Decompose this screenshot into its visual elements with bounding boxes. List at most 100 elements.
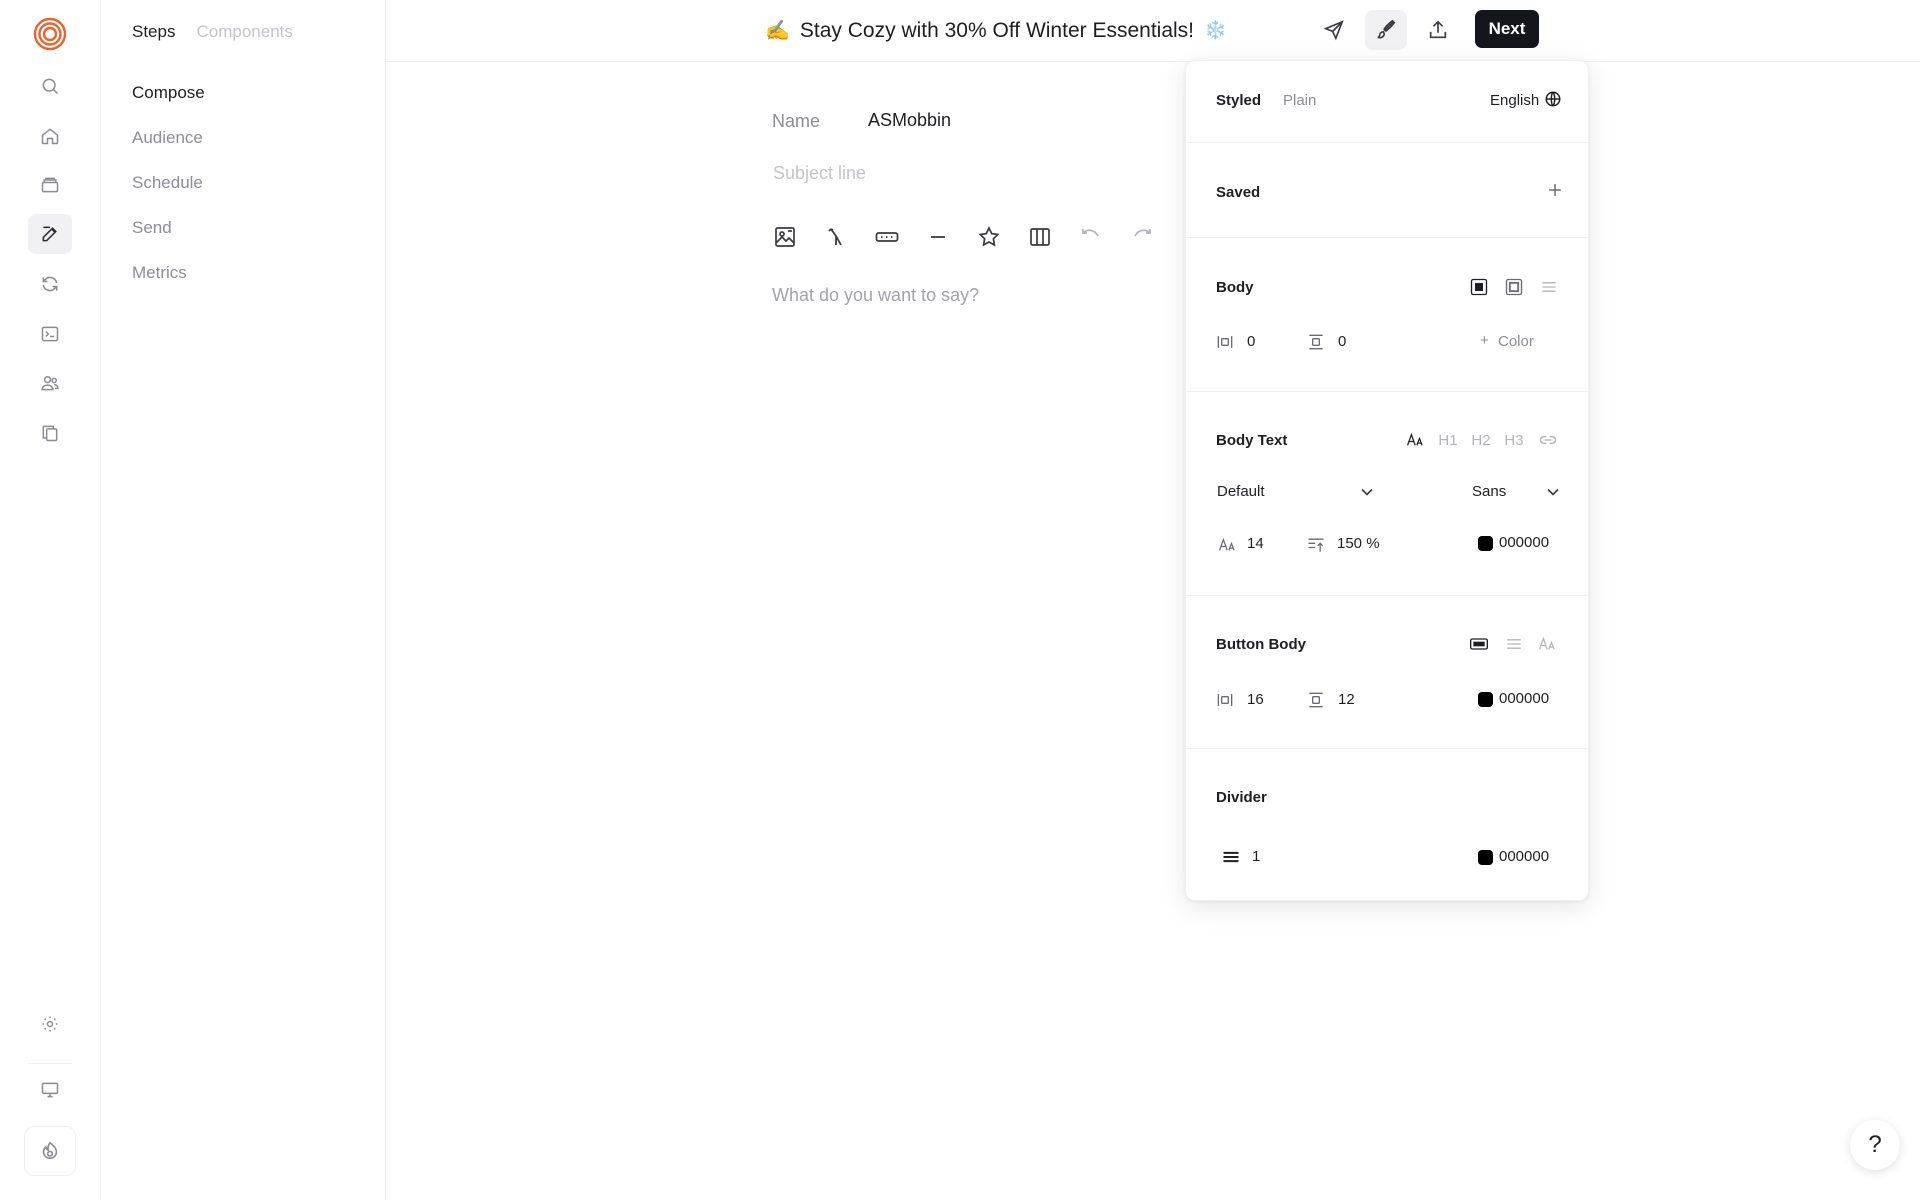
divider-icon[interactable] — [921, 221, 954, 253]
image-icon[interactable] — [768, 221, 801, 253]
text-color-swatch[interactable] — [1478, 536, 1493, 551]
undo-icon[interactable] — [1074, 221, 1107, 253]
rail-divider — [28, 1063, 72, 1064]
button-fill-icon[interactable] — [1468, 633, 1490, 655]
add-color-plus-icon[interactable]: + — [1480, 332, 1489, 349]
chevron-down-icon[interactable] — [1356, 481, 1378, 503]
language-select[interactable]: English — [1490, 92, 1539, 109]
mode-section: Styled Plain English — [1186, 61, 1590, 143]
padding-x-icon — [1214, 331, 1236, 353]
body-text-section: Body Text H1 H2 H3 Default Sans 14 150 %… — [1186, 392, 1590, 596]
line-height-value[interactable]: 150 % — [1337, 535, 1380, 552]
body-fill-icon[interactable] — [1468, 276, 1490, 298]
name-field[interactable]: ASMobbin — [868, 110, 951, 131]
chevron-down-icon[interactable] — [1542, 481, 1564, 503]
copy-icon[interactable] — [28, 413, 72, 453]
sync-icon[interactable] — [28, 264, 72, 304]
padding-y-icon — [1305, 689, 1327, 711]
redo-icon[interactable] — [1125, 221, 1158, 253]
divider-section: Divider 1 000000 — [1186, 749, 1590, 900]
export-icon[interactable] — [1417, 10, 1459, 50]
link-icon[interactable] — [1537, 429, 1559, 451]
font-family-select[interactable]: Sans — [1472, 483, 1506, 500]
step-compose[interactable]: Compose — [132, 83, 205, 103]
app-rail — [0, 0, 101, 1200]
globe-icon — [1544, 90, 1562, 108]
steps-sidebar: Steps Components Compose Audience Schedu… — [101, 0, 386, 1200]
top-bar: ✍️ Stay Cozy with 30% Off Winter Essenti… — [386, 0, 1920, 62]
mode-styled-tab[interactable]: Styled — [1216, 92, 1261, 109]
divider-heading: Divider — [1216, 789, 1267, 806]
send-test-icon[interactable] — [1313, 10, 1355, 50]
heading-1-button[interactable]: H1 — [1437, 429, 1459, 451]
add-color-button[interactable]: Color — [1498, 333, 1534, 350]
font-size-icon — [1215, 534, 1241, 556]
body-outline-icon[interactable] — [1503, 276, 1525, 298]
step-audience[interactable]: Audience — [132, 128, 203, 148]
heading-2-button[interactable]: H2 — [1470, 429, 1492, 451]
button-block-icon[interactable] — [870, 221, 903, 253]
steps-tab-bar: Steps Components — [132, 22, 293, 42]
body-heading: Body — [1216, 279, 1254, 296]
padding-y-icon — [1305, 331, 1327, 353]
editor-toolbar — [768, 221, 1158, 253]
mode-plain-tab[interactable]: Plain — [1283, 92, 1316, 109]
settings-icon[interactable] — [28, 1004, 72, 1044]
body-input[interactable]: What do you want to say? — [772, 285, 979, 306]
padding-x-icon — [1214, 689, 1236, 711]
button-color-swatch[interactable] — [1478, 692, 1493, 707]
account-icon[interactable] — [24, 1126, 76, 1176]
add-saved-icon[interactable] — [1544, 179, 1566, 201]
writing-hand-emoji: ✍️ — [765, 20, 790, 42]
terminal-icon[interactable] — [28, 314, 72, 354]
style-brush-icon[interactable] — [1365, 10, 1407, 50]
step-send[interactable]: Send — [132, 218, 172, 238]
name-label: Name — [772, 111, 821, 131]
body-section: Body 0 0 + Color — [1186, 238, 1590, 392]
columns-icon[interactable] — [1023, 221, 1056, 253]
star-icon[interactable] — [972, 221, 1005, 253]
subject-line-input[interactable]: Subject line — [773, 163, 866, 184]
divider-thickness-icon — [1220, 846, 1242, 868]
search-icon[interactable] — [28, 66, 72, 106]
campaign-title[interactable]: ✍️ Stay Cozy with 30% Off Winter Essenti… — [765, 18, 1226, 43]
home-icon[interactable] — [28, 116, 72, 156]
monitor-icon[interactable] — [28, 1070, 72, 1110]
body-padding-x-value[interactable]: 0 — [1247, 333, 1255, 350]
body-lines-icon[interactable] — [1538, 276, 1560, 298]
button-body-section: Button Body 16 12 000000 — [1186, 596, 1590, 749]
font-size-value[interactable]: 14 — [1247, 535, 1264, 552]
text-color-value[interactable]: 000000 — [1499, 534, 1549, 551]
step-metrics[interactable]: Metrics — [132, 263, 187, 283]
button-lines-icon[interactable] — [1503, 633, 1525, 655]
divider-thickness-value[interactable]: 1 — [1252, 848, 1260, 865]
users-icon[interactable] — [28, 363, 72, 403]
divider-color-value[interactable]: 000000 — [1499, 848, 1549, 865]
merge-icon[interactable] — [819, 221, 852, 253]
tab-steps[interactable]: Steps — [132, 22, 175, 42]
snowflake-emoji: ❄️ — [1204, 20, 1227, 40]
body-padding-y-value[interactable]: 0 — [1338, 333, 1346, 350]
divider-color-swatch[interactable] — [1478, 850, 1493, 865]
button-padding-y-value[interactable]: 12 — [1338, 691, 1355, 708]
style-panel: Styled Plain English Saved Body 0 0 + Co… — [1185, 60, 1590, 901]
body-text-heading: Body Text — [1216, 432, 1288, 449]
compose-icon[interactable] — [28, 214, 72, 254]
next-button[interactable]: Next — [1475, 10, 1539, 48]
heading-3-button[interactable]: H3 — [1503, 429, 1525, 451]
app-logo-icon[interactable] — [32, 16, 68, 52]
inbox-icon[interactable] — [28, 165, 72, 205]
step-schedule[interactable]: Schedule — [132, 173, 203, 193]
button-color-value[interactable]: 000000 — [1499, 690, 1549, 707]
line-height-icon — [1305, 534, 1327, 556]
help-button[interactable]: ? — [1850, 1120, 1900, 1170]
text-style-select[interactable]: Default — [1217, 483, 1265, 500]
button-text-size-icon[interactable] — [1535, 633, 1561, 655]
button-body-heading: Button Body — [1216, 636, 1306, 653]
text-size-icon[interactable] — [1403, 429, 1429, 451]
button-padding-x-value[interactable]: 16 — [1247, 691, 1264, 708]
tab-components[interactable]: Components — [196, 22, 292, 42]
campaign-title-text: Stay Cozy with 30% Off Winter Essentials… — [799, 18, 1194, 42]
saved-heading: Saved — [1216, 184, 1261, 201]
saved-section: Saved — [1186, 143, 1590, 238]
